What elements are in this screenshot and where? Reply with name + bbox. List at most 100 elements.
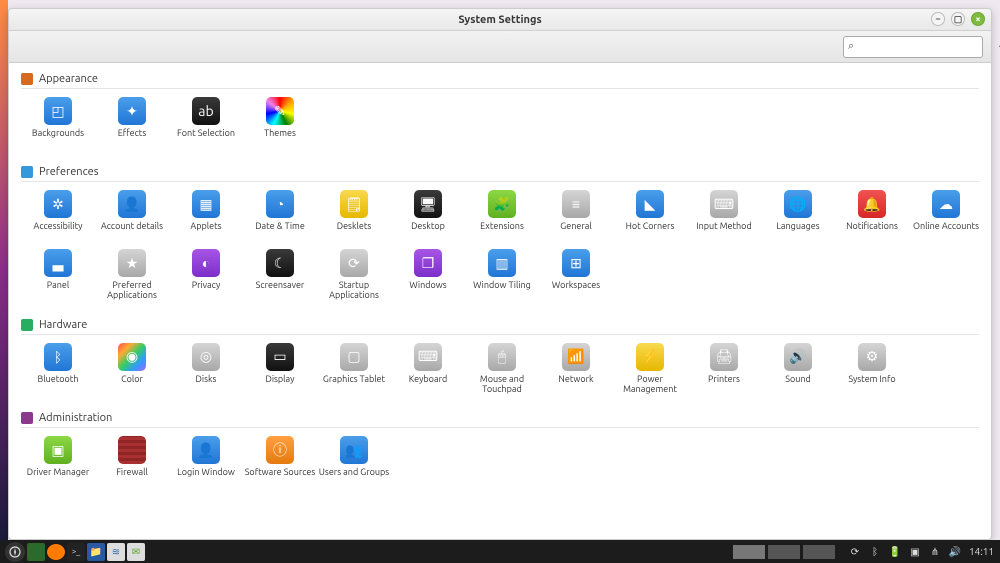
graphics-tablet-icon: ▢ (340, 343, 368, 371)
item-applets[interactable]: ▦Applets (169, 188, 243, 247)
desktop-button[interactable] (27, 543, 45, 561)
item-network[interactable]: 📶Network (539, 341, 613, 401)
workspace-2[interactable] (768, 545, 800, 559)
section-title: Preferences (39, 166, 99, 178)
item-bluetooth[interactable]: ᛒBluetooth (21, 341, 95, 401)
item-disks[interactable]: ◎ Disks (169, 341, 243, 401)
item-workspaces[interactable]: ⊞Workspaces (539, 247, 613, 307)
login-window-icon: 👤 (192, 436, 220, 464)
terminal-button[interactable]: >_ (67, 543, 85, 561)
item-label: Desklets (337, 221, 372, 241)
disks-icon: ◎ (192, 343, 220, 371)
item-languages[interactable]: 🌐 Languages (761, 188, 835, 247)
item-desktop[interactable]: 🖥Desktop (391, 188, 465, 247)
item-label: Accessibility (33, 221, 82, 241)
item-graphics-tablet[interactable]: ▢Graphics Tablet (317, 341, 391, 401)
item-label: Date & Time (255, 221, 305, 241)
item-windows[interactable]: ❐Windows (391, 247, 465, 307)
tray-display-icon[interactable]: ▣ (906, 543, 924, 561)
languages-icon: 🌐 (784, 190, 812, 218)
maximize-button[interactable]: ▢ (951, 12, 965, 26)
item-accessibility[interactable]: ✲ Accessibility (21, 188, 95, 247)
item-themes[interactable]: ✎Themes (243, 95, 317, 154)
item-screensaver[interactable]: ☾Screensaver (243, 247, 317, 307)
accessibility-icon: ✲ (44, 190, 72, 218)
item-power-management[interactable]: ⚡Power Management (613, 341, 687, 401)
item-keyboard[interactable]: ⌨Keyboard (391, 341, 465, 401)
item-desklets[interactable]: 🗒 Desklets (317, 188, 391, 247)
item-label: Bluetooth (38, 374, 79, 394)
item-system-info[interactable]: ⚙System Info (835, 341, 909, 401)
desklets-icon: 🗒 (340, 190, 368, 218)
item-label: System Info (848, 374, 895, 394)
firewall-icon (118, 436, 146, 464)
item-printers[interactable]: 🖨Printers (687, 341, 761, 401)
item-preferred-applications[interactable]: ★Preferred Applications (95, 247, 169, 307)
item-driver-manager[interactable]: ▣Driver Manager (21, 434, 95, 493)
menu-button[interactable] (5, 542, 25, 562)
item-input-method[interactable]: ⌨Input Method (687, 188, 761, 247)
system-settings-window: System Settings – ▢ × ⌕ ⌫ Appearance◰Bac… (8, 8, 992, 540)
workspace-switcher[interactable] (733, 545, 835, 559)
firefox-button[interactable] (47, 544, 65, 560)
item-firewall[interactable]: Firewall (95, 434, 169, 493)
tray-volume-icon[interactable]: 🔊 (946, 543, 964, 561)
item-label: Extensions (480, 221, 524, 241)
item-font-selection[interactable]: abFont Selection (169, 95, 243, 154)
tray-update-icon[interactable]: ⟳ (846, 543, 864, 561)
section-icon (21, 73, 33, 85)
minimize-button[interactable]: – (931, 12, 945, 26)
item-display[interactable]: ▭Display (243, 341, 317, 401)
clock[interactable]: 14:11 (969, 546, 994, 557)
item-general[interactable]: ≡General (539, 188, 613, 247)
driver-manager-icon: ▣ (44, 436, 72, 464)
item-notifications[interactable]: 🔔Notifications (835, 188, 909, 247)
titlebar[interactable]: System Settings – ▢ × (9, 9, 991, 31)
item-label: Software Sources (245, 467, 316, 487)
files-button[interactable]: 📁 (87, 543, 105, 561)
workspace-1[interactable] (733, 545, 765, 559)
item-label: Font Selection (177, 128, 235, 148)
app-button-1[interactable]: ≋ (107, 543, 125, 561)
item-users-groups[interactable]: 👥Users and Groups (317, 434, 391, 493)
item-startup-applications[interactable]: ⟳Startup Applications (317, 247, 391, 307)
item-panel[interactable]: ▃Panel (21, 247, 95, 307)
item-online-accounts[interactable]: ☁Online Accounts (909, 188, 983, 247)
settings-content[interactable]: Appearance◰Backgrounds✦EffectsabFont Sel… (9, 63, 991, 539)
tray-network-icon[interactable]: ⋔ (926, 543, 944, 561)
item-effects[interactable]: ✦Effects (95, 95, 169, 154)
effects-icon: ✦ (118, 97, 146, 125)
preferred-applications-icon: ★ (118, 249, 146, 277)
tray-bluetooth-icon[interactable]: ᛒ (866, 543, 884, 561)
mouse-touchpad-icon: 🖱 (488, 343, 516, 371)
item-label: Disks (196, 374, 217, 394)
users-groups-icon: 👥 (340, 436, 368, 464)
desktop-icon: 🖥 (414, 190, 442, 218)
item-privacy[interactable]: ◐Privacy (169, 247, 243, 307)
search-field[interactable]: ⌕ ⌫ (843, 36, 983, 58)
privacy-icon: ◐ (192, 249, 220, 277)
item-label: Display (265, 374, 294, 394)
taskbar[interactable]: >_ 📁 ≋ ✉ ⟳ ᛒ 🔋 ▣ ⋔ 🔊 14:11 (0, 540, 1000, 563)
item-color[interactable]: ◉Color (95, 341, 169, 401)
item-window-tiling[interactable]: ▥Window Tiling (465, 247, 539, 307)
item-account-details[interactable]: 👤Account details (95, 188, 169, 247)
item-extensions[interactable]: 🧩Extensions (465, 188, 539, 247)
item-backgrounds[interactable]: ◰Backgrounds (21, 95, 95, 154)
close-button[interactable]: × (971, 12, 985, 26)
app-button-2[interactable]: ✉ (127, 543, 145, 561)
item-software-sources[interactable]: ⓘSoftware Sources (243, 434, 317, 493)
keyboard-icon: ⌨ (414, 343, 442, 371)
tray-battery-icon[interactable]: 🔋 (886, 543, 904, 561)
date-time-icon: ◔ (266, 190, 294, 218)
item-login-window[interactable]: 👤Login Window (169, 434, 243, 493)
item-hot-corners[interactable]: ◣Hot Corners (613, 188, 687, 247)
search-input[interactable] (857, 38, 999, 56)
item-label: Languages (776, 221, 819, 241)
item-mouse-touchpad[interactable]: 🖱Mouse and Touchpad (465, 341, 539, 401)
item-sound[interactable]: 🔊Sound (761, 341, 835, 401)
item-date-time[interactable]: ◔ Date & Time (243, 188, 317, 247)
notifications-icon: 🔔 (858, 190, 886, 218)
workspace-3[interactable] (803, 545, 835, 559)
desktop-wallpaper (0, 0, 8, 540)
